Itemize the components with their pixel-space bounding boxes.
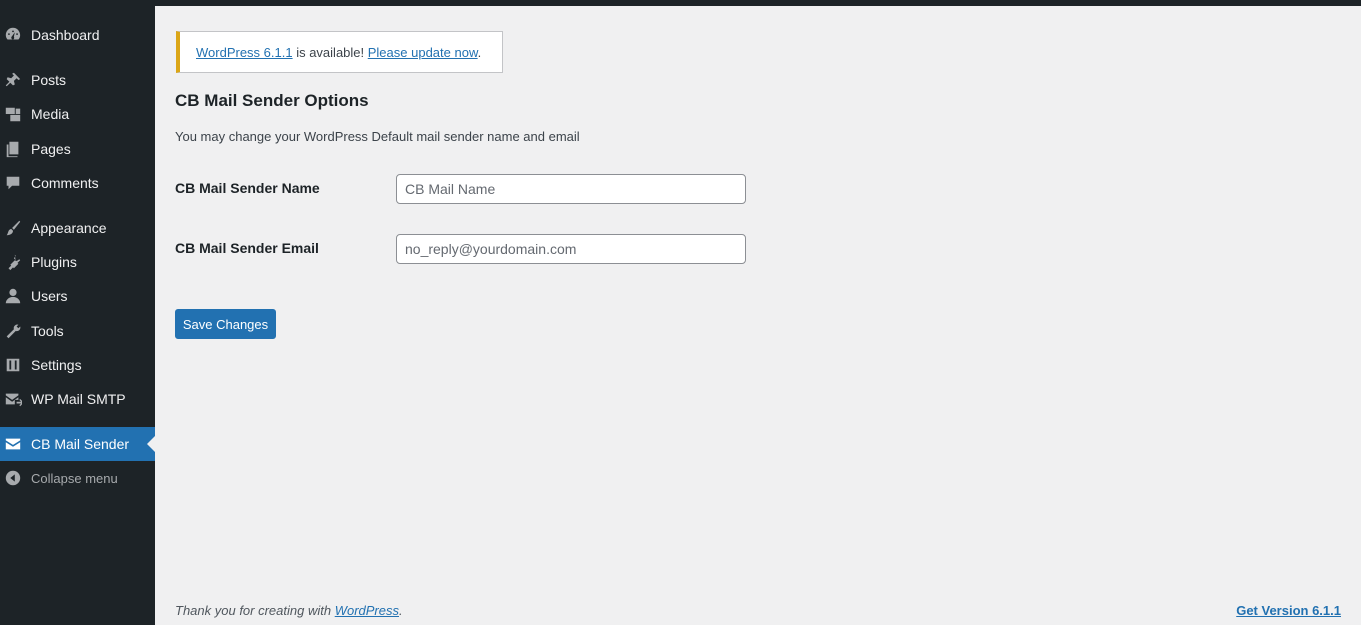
page-title: CB Mail Sender Options [175,91,369,110]
sidebar-item-posts[interactable]: Posts [0,63,155,97]
sidebar-item-label: Users [31,288,68,304]
footer-thanks-end: . [399,603,403,618]
dashboard-icon [4,26,22,44]
pages-icon [4,140,22,158]
page-description: You may change your WordPress Default ma… [175,129,580,144]
sidebar-item-appearance[interactable]: Appearance [0,211,155,245]
comment-icon [4,174,22,192]
sidebar-item-tools[interactable]: Tools [0,314,155,348]
save-changes-button[interactable]: Save Changes [175,309,276,339]
sender-name-label: CB Mail Sender Name [175,180,320,196]
collapse-menu-button[interactable]: Collapse menu [0,461,155,495]
footer-thanks-text: Thank you for creating with [175,603,335,618]
media-icon [4,105,22,123]
mail-smtp-icon [4,390,22,408]
sidebar-item-label: Media [31,106,70,122]
envelope-icon [4,435,22,453]
footer-version-link[interactable]: Get Version 6.1.1 [1236,603,1341,618]
update-now-link[interactable]: Please update now [368,45,478,60]
admin-top-bar [0,0,1361,6]
sidebar-item-settings[interactable]: Settings [0,348,155,382]
sender-name-input[interactable] [396,174,746,204]
sidebar-item-label: Dashboard [31,27,100,43]
sidebar-item-plugins[interactable]: Plugins [0,245,155,279]
notice-end: . [477,44,482,60]
sidebar-item-label: Appearance [31,220,107,236]
pin-icon [4,71,22,89]
collapse-arrow-icon [4,469,22,487]
footer-thanks: Thank you for creating with WordPress. [175,603,403,618]
sidebar-item-label: CB Mail Sender [31,436,130,452]
sidebar-item-pages[interactable]: Pages [0,132,155,166]
admin-sidebar: Dashboard Posts Media Pages Comments App… [0,6,155,625]
sidebar-item-cb-mail-sender[interactable]: CB Mail Sender [0,427,155,461]
sidebar-item-label: Tools [31,323,64,339]
plug-icon [4,253,22,271]
sidebar-item-wp-mail-smtp[interactable]: WP Mail SMTP [0,382,155,416]
footer-wordpress-link[interactable]: WordPress [335,603,399,618]
sender-email-input[interactable] [396,234,746,264]
collapse-menu-label: Collapse menu [31,470,118,486]
user-icon [4,287,22,305]
sidebar-item-label: Pages [31,141,71,157]
sidebar-item-media[interactable]: Media [0,97,155,131]
sliders-icon [4,356,22,374]
sidebar-item-label: WP Mail SMTP [31,391,126,407]
sidebar-item-comments[interactable]: Comments [0,166,155,200]
sidebar-item-label: Plugins [31,254,77,270]
sender-email-label: CB Mail Sender Email [175,240,319,256]
update-notice: WordPress 6.1.1 is available! Please upd… [176,31,503,73]
wordpress-version-link[interactable]: WordPress 6.1.1 [196,45,293,60]
sidebar-item-label: Comments [31,175,99,191]
sidebar-item-dashboard[interactable]: Dashboard [0,18,155,52]
sidebar-item-label: Posts [31,72,67,88]
sidebar-item-users[interactable]: Users [0,279,155,313]
wrench-icon [4,322,22,340]
notice-text: is available! [292,44,368,60]
sidebar-item-label: Settings [31,357,82,373]
brush-icon [4,219,22,237]
